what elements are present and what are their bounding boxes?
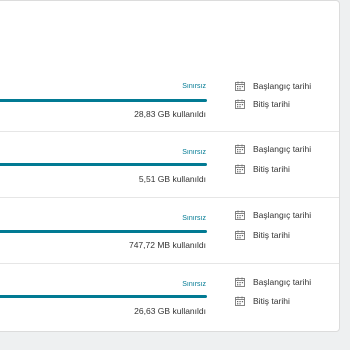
usage-amount: 28,83 GB kullanıldı [134, 109, 206, 119]
start-date[interactable]: Başlangıç tarihi [235, 144, 311, 154]
calendar-icon [235, 81, 245, 91]
calendar-icon [235, 210, 245, 220]
limit-label: Sınırsız [182, 83, 206, 90]
start-date-label: Başlangıç tarihi [253, 210, 312, 220]
start-date[interactable]: Başlangıç tarihi [235, 81, 311, 91]
calendar-icon [235, 296, 245, 306]
usage-progress-bar [0, 163, 207, 166]
limit-label: Sınırsız [182, 149, 206, 156]
start-date[interactable]: Başlangıç tarihi [235, 277, 311, 287]
package-row: Sınırsız 747,72 MB kullanıldı Başlangıç … [0, 197, 339, 264]
end-date-label: Bitiş tarihi [253, 164, 290, 174]
usage-progress-fill [0, 295, 207, 298]
end-date-label: Bitiş tarihi [253, 296, 290, 306]
limit-label: Sınırsız [182, 281, 206, 288]
end-date[interactable]: Bitiş tarihi [235, 296, 290, 306]
start-date-label: Başlangıç tarihi [253, 277, 312, 287]
start-date-label: Başlangıç tarihi [253, 144, 312, 154]
calendar-icon [235, 230, 245, 240]
usage-progress-fill [0, 99, 207, 102]
end-date[interactable]: Bitiş tarihi [235, 99, 290, 109]
package-row: Sınırsız 5,51 GB kullanıldı Başlangıç ta… [0, 131, 339, 198]
usage-progress-bar [0, 99, 207, 102]
calendar-icon [235, 144, 245, 154]
package-row: Sınırsız 28,83 GB kullanıldı Başlangıç t… [0, 65, 339, 132]
limit-label: Sınırsız [182, 215, 206, 222]
usage-amount: 5,51 GB kullanıldı [138, 174, 206, 184]
usage-progress-fill [0, 163, 207, 166]
end-date[interactable]: Bitiş tarihi [235, 230, 290, 240]
usage-progress-fill [0, 230, 207, 233]
package-row: Sınırsız 26,63 GB kullanıldı Başlangıç t… [0, 263, 339, 329]
end-date-label: Bitiş tarihi [253, 99, 290, 109]
start-date-label: Başlangıç tarihi [253, 81, 312, 91]
calendar-icon [235, 99, 245, 109]
calendar-icon [235, 277, 245, 287]
end-date-label: Bitiş tarihi [253, 230, 290, 240]
start-date[interactable]: Başlangıç tarihi [235, 210, 311, 220]
usage-amount: 747,72 MB kullanıldı [128, 240, 206, 250]
end-date[interactable]: Bitiş tarihi [235, 164, 290, 174]
usage-progress-bar [0, 230, 207, 233]
usage-amount: 26,63 GB kullanıldı [134, 306, 206, 316]
calendar-icon [235, 164, 245, 174]
usage-card: Sınırsız 28,83 GB kullanıldı Başlangıç t… [0, 0, 340, 332]
usage-progress-bar [0, 295, 207, 298]
